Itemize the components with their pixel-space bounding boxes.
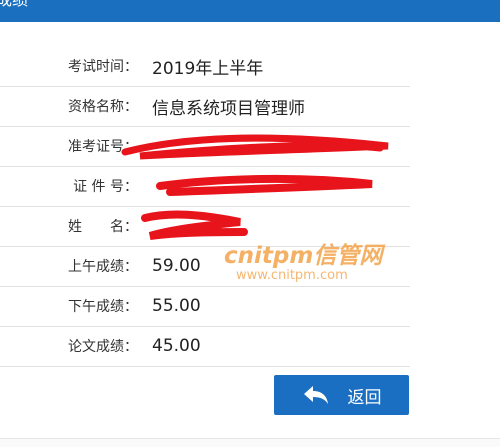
afternoon-score-value: 55.00 [152, 296, 201, 316]
row-id-number: 证 件 号： [0, 166, 410, 207]
name-label: 姓 名： [68, 219, 138, 235]
row-afternoon-score: 下午成绩： 55.00 [0, 286, 410, 327]
essay-score-label: 论文成绩： [68, 339, 138, 355]
row-qualification: 资格名称： 信息系统项目管理师 [0, 86, 410, 127]
afternoon-score-label: 下午成绩： [68, 299, 138, 315]
admission-number-label: 准考证号： [68, 139, 138, 155]
panel-title: 成绩 [0, 0, 28, 9]
exam-time-value: 2019年上半年 [152, 58, 264, 79]
watermark-main: cnitpm信管网 [224, 243, 383, 269]
watermark: cnitpm信管网 www.cnitpm.com [224, 236, 424, 283]
qualification-value: 信息系统项目管理师 [152, 98, 305, 119]
return-button-label: 返回 [347, 387, 382, 408]
row-exam-time: 考试时间： 2019年上半年 [0, 46, 410, 87]
id-number-label: 证 件 号： [73, 179, 138, 195]
back-arrow-icon [303, 386, 328, 404]
return-button[interactable]: 返回 [274, 375, 409, 415]
row-essay-score: 论文成绩： 45.00 [0, 326, 410, 367]
top-bar: 成绩 [0, 0, 500, 22]
exam-time-label: 考试时间： [68, 59, 138, 75]
morning-score-value: 59.00 [152, 256, 201, 276]
row-admission-number: 准考证号： [0, 126, 410, 167]
essay-score-value: 45.00 [152, 336, 201, 356]
watermark-sub: www.cnitpm.com [236, 268, 348, 283]
qualification-label: 资格名称： [68, 99, 138, 115]
morning-score-label: 上午成绩： [68, 259, 138, 275]
